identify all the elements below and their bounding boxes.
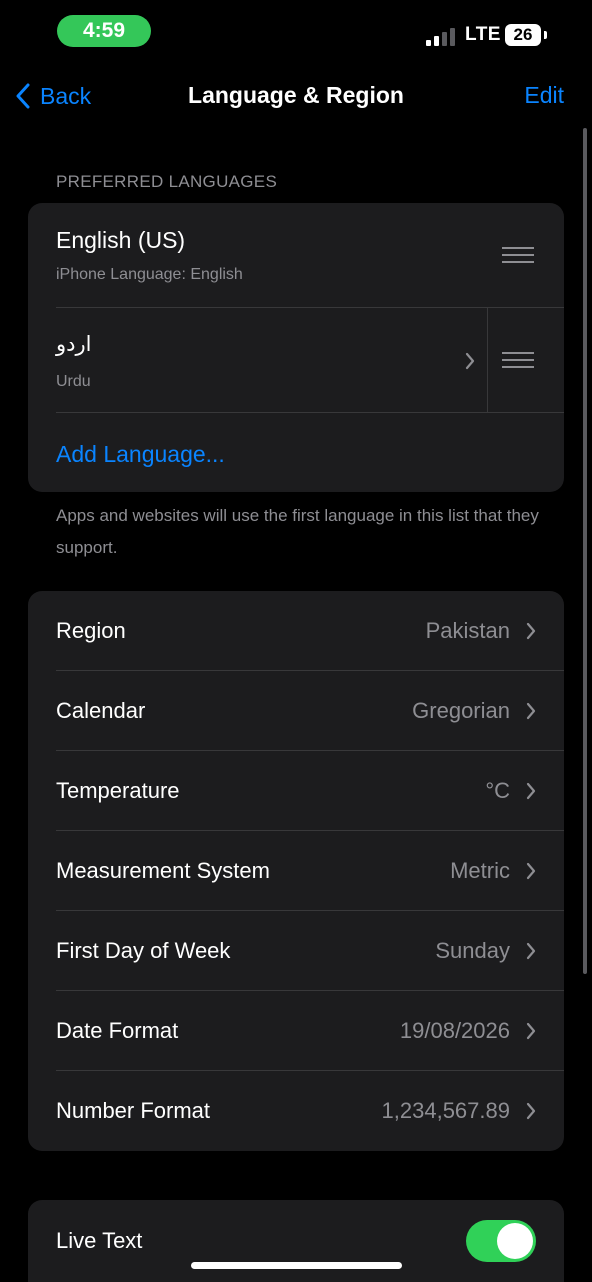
setting-label: Temperature [56, 778, 180, 803]
setting-row-first-day-of-week[interactable]: First Day of Week Sunday [28, 911, 564, 991]
setting-row-number-format[interactable]: Number Format 1,234,567.89 [28, 1071, 564, 1151]
cellular-signal-icon [426, 26, 458, 46]
region-settings-group: Region Pakistan Calendar Gregorian Tempe… [28, 591, 564, 1151]
setting-label: Number Format [56, 1098, 211, 1123]
setting-row-live-text: Live Text [28, 1200, 564, 1282]
setting-label: First Day of Week [56, 938, 231, 963]
language-subtitle: iPhone Language: English [56, 266, 243, 283]
chevron-right-icon [526, 782, 536, 800]
setting-value: 1,234,567.89 [381, 1098, 510, 1123]
live-text-group: Live Text [28, 1200, 564, 1282]
setting-label: Measurement System [56, 858, 270, 883]
setting-value: Sunday [435, 938, 510, 963]
chevron-right-icon [526, 702, 536, 720]
setting-label: Date Format [56, 1018, 179, 1043]
setting-row-calendar[interactable]: Calendar Gregorian [28, 671, 564, 751]
chevron-right-icon [526, 622, 536, 640]
page-title: Language & Region [188, 82, 404, 108]
setting-value: Metric [450, 858, 510, 883]
setting-value: °C [485, 778, 510, 803]
reorder-handle-icon[interactable] [502, 352, 534, 370]
chevron-right-icon [526, 1022, 536, 1040]
language-row-english[interactable]: English (US) iPhone Language: English [28, 203, 564, 307]
language-row-urdu[interactable]: اردو Urdu [28, 308, 564, 412]
setting-row-temperature[interactable]: Temperature °C [28, 751, 564, 831]
setting-row-region[interactable]: Region Pakistan [28, 591, 564, 671]
setting-label: Calendar [56, 698, 146, 723]
cell-divider [487, 308, 488, 412]
language-title: English (US) [56, 227, 186, 253]
language-subtitle: Urdu [56, 373, 91, 390]
edit-button[interactable]: Edit [524, 82, 564, 109]
row-divider [56, 412, 564, 413]
status-bar: 4:59 LTE 26 [0, 0, 592, 62]
battery-icon: 26 [505, 24, 541, 46]
reorder-handle-icon[interactable] [502, 247, 534, 265]
home-indicator[interactable] [191, 1262, 402, 1269]
languages-footer-note: Apps and websites will use the first lan… [56, 506, 539, 557]
language-title: اردو [56, 332, 92, 356]
status-time: 4:59 [57, 15, 151, 47]
live-text-toggle[interactable] [466, 1220, 536, 1262]
chevron-right-icon [526, 942, 536, 960]
chevron-right-icon [526, 1102, 536, 1120]
section-header-preferred-languages: PREFERRED LANGUAGES [56, 172, 278, 191]
chevron-right-icon [526, 862, 536, 880]
setting-value: Gregorian [412, 698, 510, 723]
setting-row-measurement-system[interactable]: Measurement System Metric [28, 831, 564, 911]
battery-tip [544, 31, 547, 39]
chevron-right-icon [465, 352, 475, 370]
navigation-bar: Back Language & Region Edit [0, 70, 592, 122]
preferred-languages-group: English (US) iPhone Language: English ار… [28, 203, 564, 492]
add-language-button[interactable]: Add Language... [56, 441, 225, 468]
setting-label: Region [56, 618, 126, 643]
setting-label: Live Text [56, 1228, 143, 1253]
scroll-indicator[interactable] [583, 128, 587, 974]
setting-value: 19/08/2026 [399, 1018, 510, 1043]
setting-value: Pakistan [425, 618, 510, 643]
toggle-knob [497, 1223, 533, 1259]
network-type: LTE [465, 24, 501, 45]
setting-row-date-format[interactable]: Date Format 19/08/2026 [28, 991, 564, 1071]
